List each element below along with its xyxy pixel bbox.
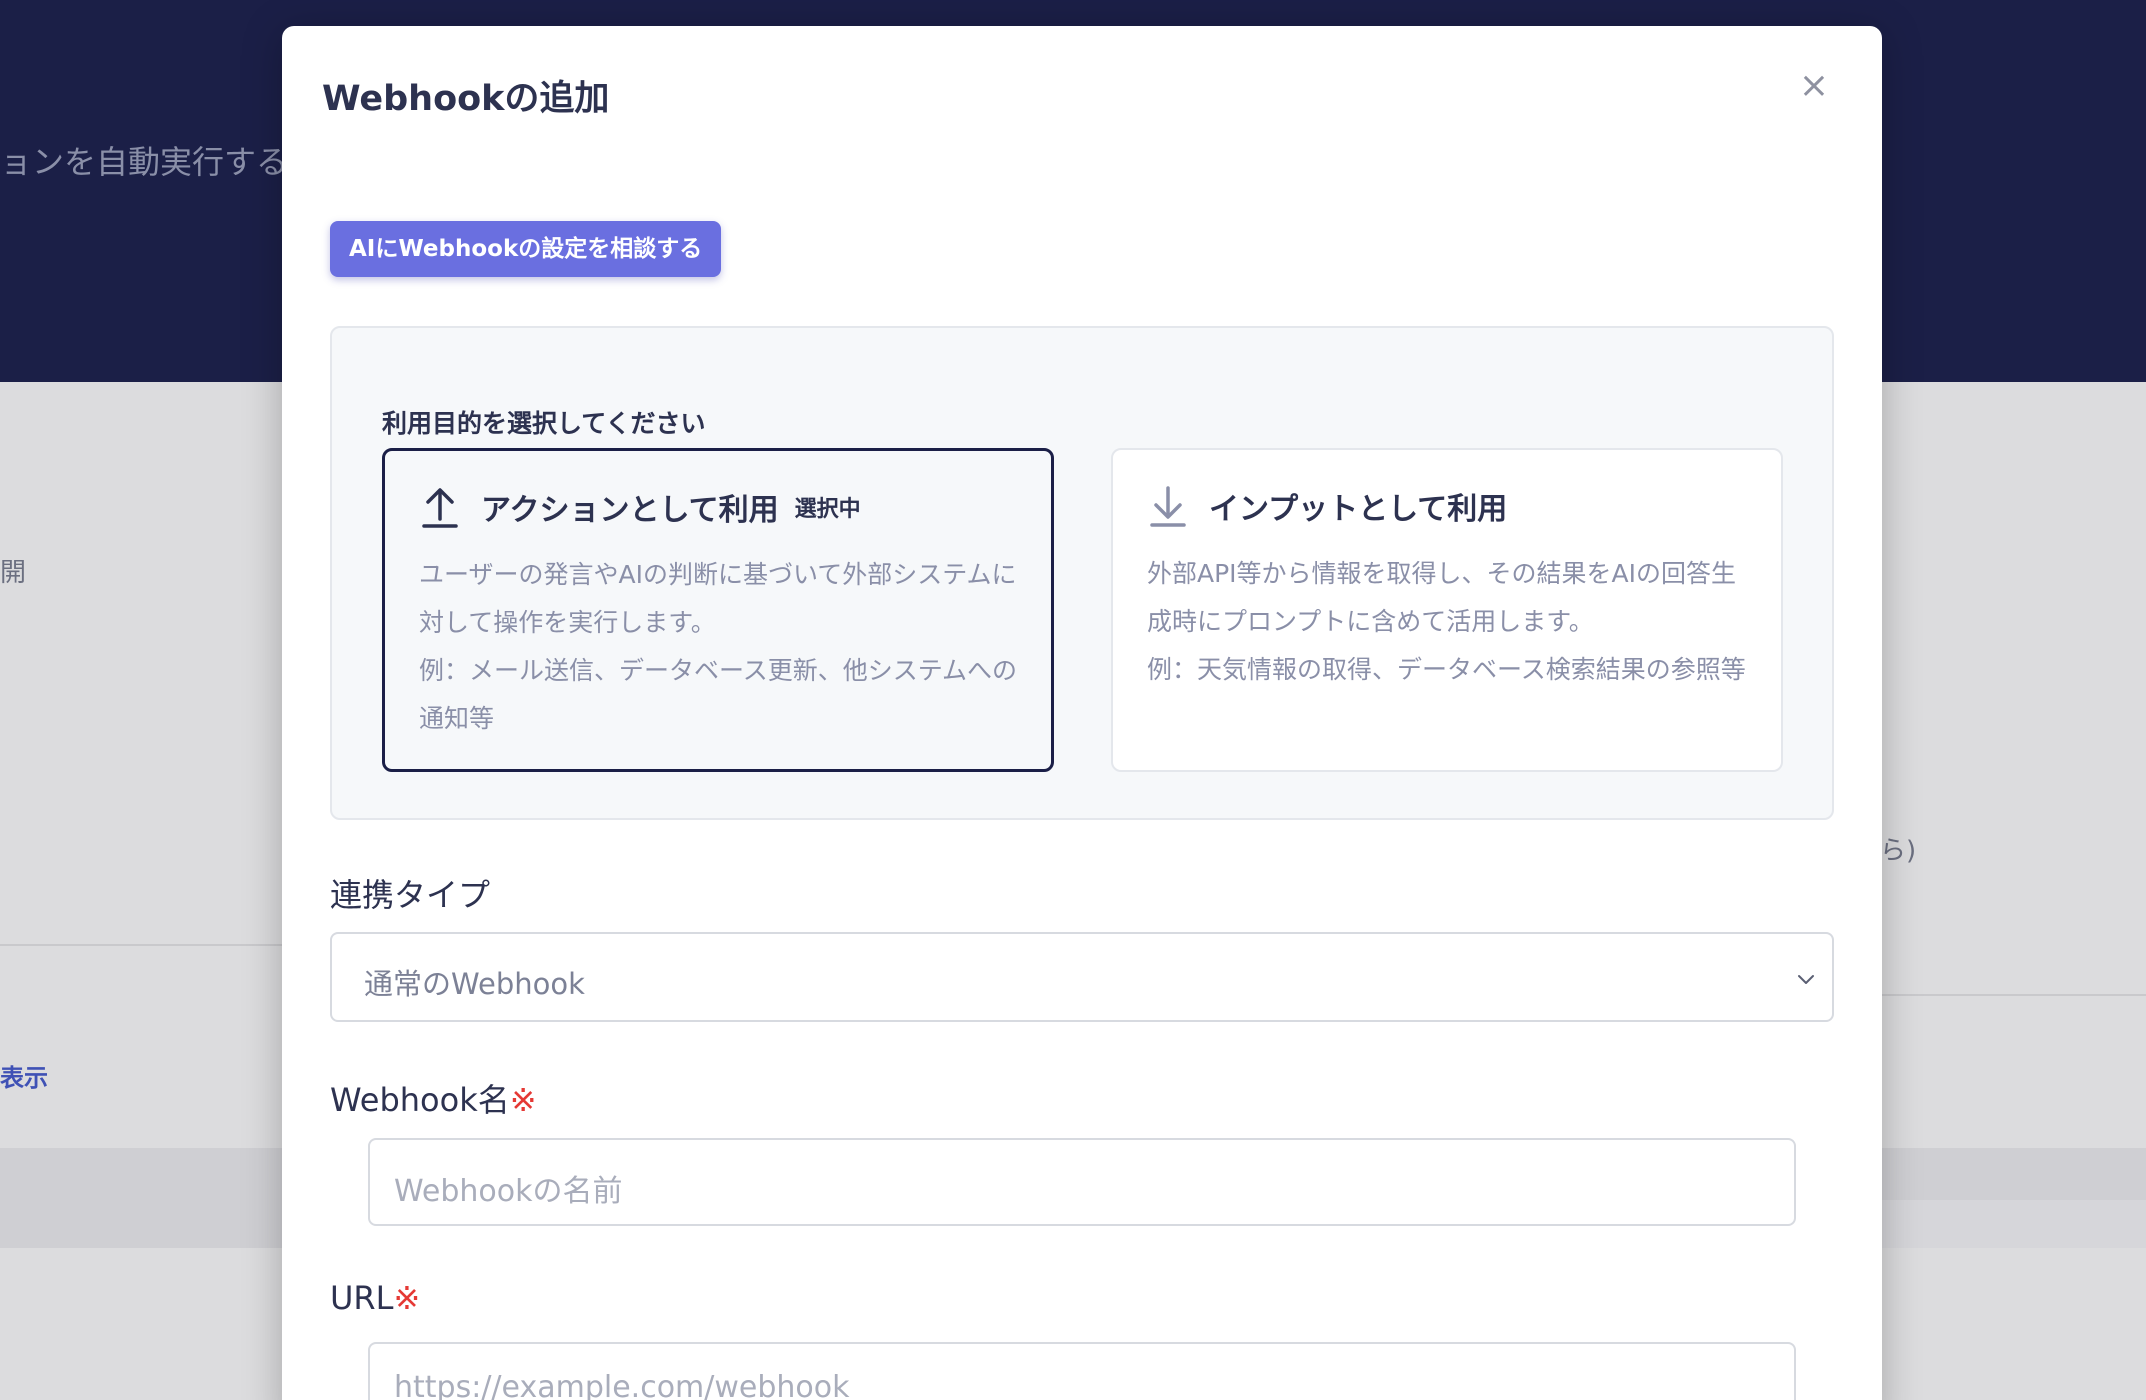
chevron-down-icon bbox=[1798, 975, 1814, 984]
integration-type-label: 連携タイプ bbox=[330, 876, 491, 914]
background-divider-left bbox=[0, 944, 290, 946]
card-description: ユーザーの発言やAIの判断に基づいて外部システムに対して操作を実行します。 例：… bbox=[419, 551, 1019, 743]
card-header: アクションとして利用 選択中 bbox=[421, 485, 861, 529]
integration-type-select[interactable]: 通常のWebhook bbox=[330, 932, 1834, 1022]
card-header: インプットとして利用 bbox=[1149, 484, 1507, 528]
modal-title: Webhookの追加 bbox=[322, 79, 610, 119]
url-label: URL※ bbox=[330, 1279, 420, 1317]
add-webhook-modal: Webhookの追加 × AIにWebhookの設定を相談する 利用目的を選択し… bbox=[282, 26, 1882, 1400]
background-link-left: 表示 bbox=[0, 1064, 48, 1092]
background-text-left: 開 bbox=[0, 558, 27, 588]
background-divider-right bbox=[1880, 994, 2146, 996]
purpose-card-action[interactable]: アクションとして利用 選択中 ユーザーの発言やAIの判断に基づいて外部システムに… bbox=[382, 448, 1054, 772]
webhook-name-label: Webhook名※ bbox=[330, 1075, 537, 1121]
download-arrow-icon bbox=[1150, 486, 1186, 527]
webhook-name-placeholder: Webhookの名前 bbox=[394, 1174, 623, 1209]
purpose-section: 利用目的を選択してください アクションとして利用 選択中 ユーザーの発言やAIの… bbox=[330, 326, 1834, 820]
card-description: 外部API等から情報を取得し、その結果をAIの回答生成時にプロンプトに含めて活用… bbox=[1147, 550, 1747, 694]
webhook-name-input[interactable]: Webhookの名前 bbox=[368, 1138, 1796, 1226]
upload-arrow-icon bbox=[422, 488, 458, 528]
close-button[interactable]: × bbox=[1794, 66, 1834, 106]
card-description-text: 外部API等から情報を取得し、その結果をAIの回答生成時にプロンプトに含めて活用… bbox=[1147, 559, 1737, 636]
background-band-right bbox=[1880, 1200, 2146, 1248]
webhook-name-label-text: Webhook名 bbox=[330, 1081, 510, 1119]
selected-badge: 選択中 bbox=[794, 497, 861, 522]
url-placeholder: https://example.com/webhook bbox=[394, 1370, 850, 1400]
url-label-text: URL bbox=[330, 1279, 394, 1317]
background-header-text: ョンを自動実行する bbox=[0, 143, 289, 181]
purpose-label: 利用目的を選択してください bbox=[382, 409, 706, 438]
card-example-text: 例：天気情報の取得、データベース検索結果の参照等 bbox=[1147, 655, 1746, 684]
purpose-card-input[interactable]: インプットとして利用 外部API等から情報を取得し、その結果をAIの回答生成時に… bbox=[1111, 448, 1783, 772]
ai-consult-button[interactable]: AIにWebhookの設定を相談する bbox=[330, 221, 722, 277]
background-text-right: ら) bbox=[1880, 836, 1917, 866]
required-mark: ※ bbox=[393, 1279, 421, 1317]
url-input[interactable]: https://example.com/webhook bbox=[368, 1342, 1796, 1400]
card-title: アクションとして利用 bbox=[481, 493, 779, 528]
card-example-text: 例：メール送信、データベース更新、他システムへの通知等 bbox=[419, 656, 1018, 733]
card-title: インプットとして利用 bbox=[1209, 492, 1508, 527]
required-mark: ※ bbox=[509, 1081, 537, 1119]
integration-type-value: 通常のWebhook bbox=[364, 967, 585, 1001]
card-description-text: ユーザーの発言やAIの判断に基づいて外部システムに対して操作を実行します。 bbox=[419, 560, 1017, 637]
